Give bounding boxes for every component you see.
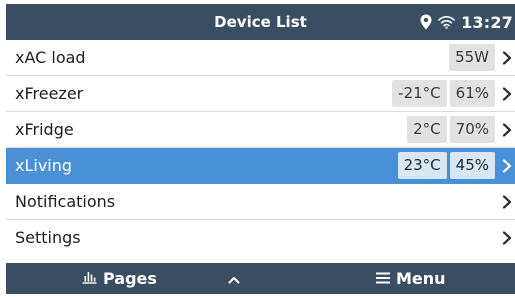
list-item-values: 2°C 70% <box>407 116 495 143</box>
temperature-value: 2°C <box>407 116 447 143</box>
power-value: 55W <box>449 44 495 71</box>
temperature-value: 23°C <box>397 152 447 179</box>
bar-chart-icon <box>82 269 97 288</box>
list-item-label: Notifications <box>15 192 116 211</box>
humidity-value: 70% <box>449 116 495 143</box>
humidity-value: 61% <box>449 80 495 107</box>
menu-button[interactable]: Menu <box>376 263 446 294</box>
device-list-page: Device List 13:27 xAC load 55W xFreezer … <box>6 4 515 294</box>
menu-label: Menu <box>396 269 446 288</box>
list-item-values: 55W <box>449 44 495 71</box>
chevron-right-icon <box>502 40 512 76</box>
list-item-values: -21°C 61% <box>392 80 495 107</box>
list-item-label: xLiving <box>15 156 73 175</box>
hamburger-menu-icon <box>376 269 390 288</box>
clock: 13:27 <box>461 12 513 32</box>
list-item-label: Settings <box>15 228 81 247</box>
list-item-xfreezer[interactable]: xFreezer -21°C 61% <box>6 76 515 112</box>
screen: Device List 13:27 xAC load 55W xFreezer … <box>0 0 515 297</box>
top-bar: Device List 13:27 <box>6 4 515 40</box>
bottom-bar: Pages Menu <box>6 263 515 294</box>
device-list: xAC load 55W xFreezer -21°C 61% xFridge … <box>6 40 515 256</box>
list-item-xfridge[interactable]: xFridge 2°C 70% <box>6 112 515 148</box>
location-pin-icon <box>420 14 432 30</box>
chevron-right-icon <box>502 220 512 256</box>
chevron-right-icon <box>502 184 512 220</box>
chevron-up-icon <box>228 269 240 288</box>
temperature-value: -21°C <box>392 80 447 107</box>
list-item-settings[interactable]: Settings <box>6 220 515 256</box>
list-item-notifications[interactable]: Notifications <box>6 184 515 220</box>
list-item-xliving[interactable]: xLiving 23°C 45% <box>6 148 515 184</box>
chevron-right-icon <box>502 76 512 112</box>
list-item-label: xFreezer <box>15 84 84 103</box>
wifi-icon <box>438 15 455 29</box>
pages-label: Pages <box>103 269 157 288</box>
list-item-values: 23°C 45% <box>397 152 495 179</box>
humidity-value: 45% <box>449 152 495 179</box>
list-item-label: xFridge <box>15 120 74 139</box>
chevron-right-icon <box>502 112 512 148</box>
list-item-xac-load[interactable]: xAC load 55W <box>6 40 515 76</box>
status-area: 13:27 <box>420 4 513 40</box>
scroll-up-button[interactable] <box>228 263 240 294</box>
pages-button[interactable]: Pages <box>82 263 157 294</box>
list-item-label: xAC load <box>15 48 86 67</box>
chevron-right-icon <box>502 148 512 184</box>
